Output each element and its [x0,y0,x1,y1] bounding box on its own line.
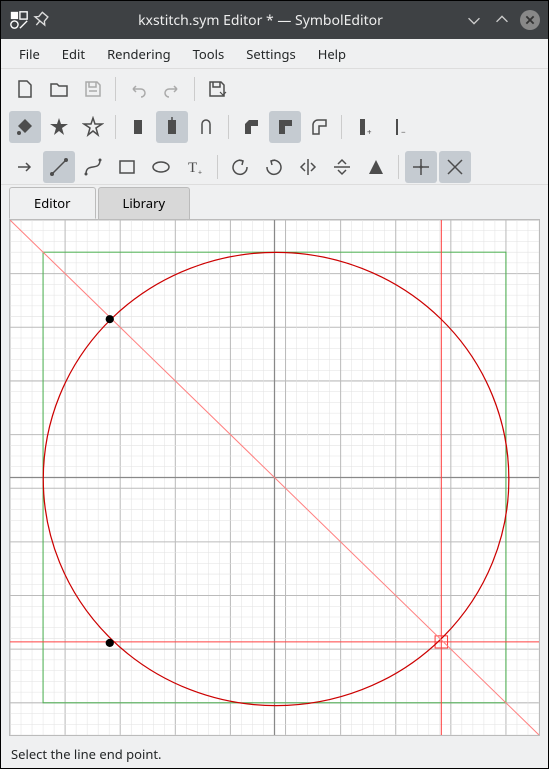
menu-edit[interactable]: Edit [52,41,95,67]
menu-file[interactable]: File [9,41,50,67]
cap-flat-button[interactable] [122,111,154,143]
separator [115,77,116,101]
fill-winding-button[interactable] [43,111,75,143]
decrease-width-button[interactable]: − [382,111,414,143]
close-button[interactable] [520,10,540,30]
menubar: File Edit Rendering Tools Settings Help [1,39,548,69]
app-icon [9,10,29,30]
save-button[interactable] [77,73,109,105]
separator [341,115,342,139]
pin-icon[interactable] [33,10,53,30]
scale-button[interactable] [360,151,392,183]
menu-help[interactable]: Help [308,41,356,67]
separator [228,115,229,139]
rotate-left-button[interactable] [224,151,256,183]
undo-button[interactable] [122,73,154,105]
separator [115,115,116,139]
editor-canvas[interactable] [9,219,540,736]
statusbar-message: Select the line end point. [11,745,162,763]
rotate-right-button[interactable] [258,151,290,183]
menu-settings[interactable]: Settings [236,41,305,67]
toolbar-file [1,69,548,107]
separator [217,155,218,179]
join-miter-button[interactable] [269,111,301,143]
toolbar-tools: T+ [1,147,548,185]
maximize-button[interactable] [492,10,512,30]
separator [398,155,399,179]
titlebar: kxstitch.sym Editor * — SymbolEditor [1,1,548,39]
rectangle-button[interactable] [111,151,143,183]
window-title: kxstitch.sym Editor * — SymbolEditor [57,11,464,30]
fill-oddeven-button[interactable] [77,111,109,143]
app-window: kxstitch.sym Editor * — SymbolEditor Fil… [0,0,549,769]
tab-bar: Editor Library [1,185,548,219]
minimize-button[interactable] [464,10,484,30]
open-button[interactable] [43,73,75,105]
new-button[interactable] [9,73,41,105]
increase-width-button[interactable]: + [348,111,380,143]
character-button[interactable]: T+ [179,151,211,183]
menu-rendering[interactable]: Rendering [97,41,181,67]
redo-button[interactable] [156,73,188,105]
save-symbol-button[interactable] [201,73,233,105]
join-round-button[interactable] [303,111,335,143]
ellipse-button[interactable] [145,151,177,183]
svg-text:+: + [367,127,372,138]
statusbar: Select the line end point. [1,740,548,768]
line-to-button[interactable] [43,151,75,183]
tab-library[interactable]: Library [98,187,191,219]
join-bevel-button[interactable] [235,111,267,143]
svg-text:−: − [401,127,406,138]
move-to-button[interactable] [9,151,41,183]
window-controls [464,10,540,30]
toolbar-render: + − [1,107,548,147]
tab-editor[interactable]: Editor [9,187,96,219]
guides-button[interactable] [439,151,471,183]
svg-text:T: T [188,160,197,176]
flip-vertical-button[interactable] [326,151,358,183]
cap-square-button[interactable] [156,111,188,143]
separator [194,77,195,101]
cap-round-button[interactable] [190,111,222,143]
fill-mode-button[interactable] [9,111,41,143]
menu-tools[interactable]: Tools [183,41,235,67]
flip-horizontal-button[interactable] [292,151,324,183]
cubic-to-button[interactable] [77,151,109,183]
snap-button[interactable] [405,151,437,183]
svg-text:+: + [198,169,202,178]
